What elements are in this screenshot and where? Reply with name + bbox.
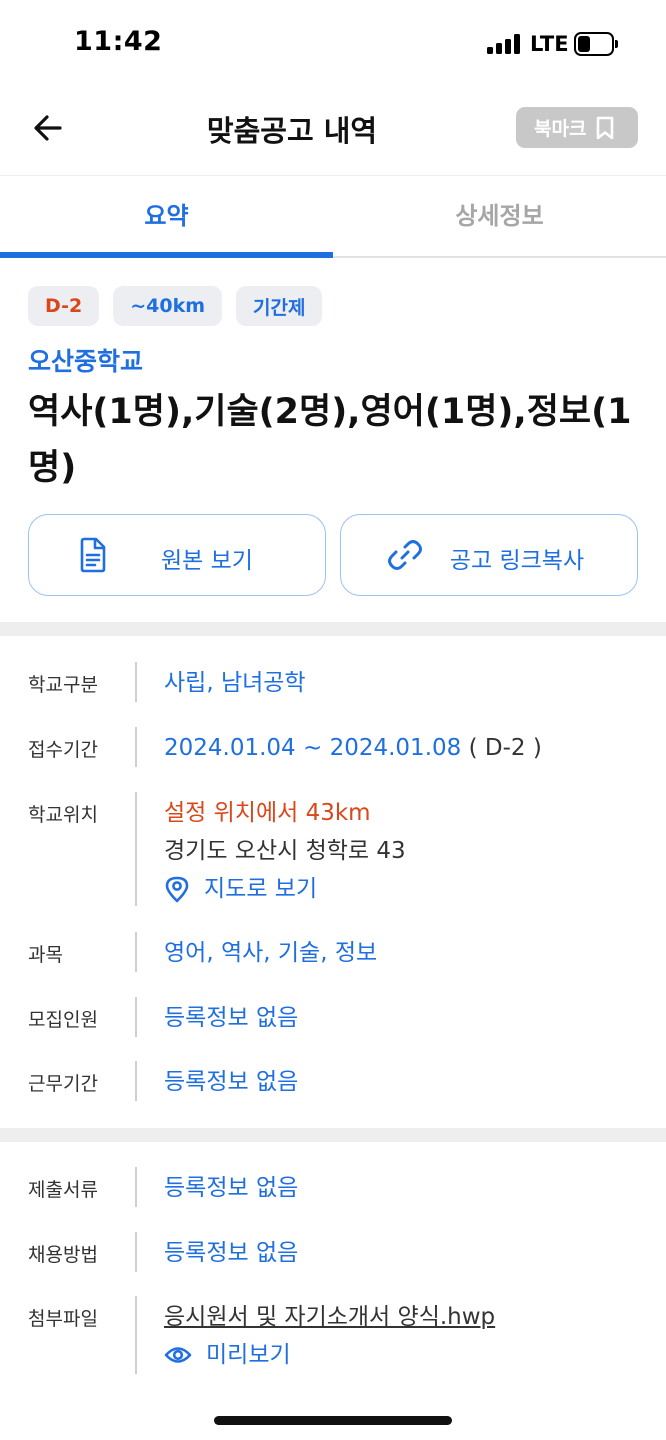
status-bar: 11:42 LTE [0, 0, 666, 90]
info-label: 채용방법 [28, 1244, 98, 1266]
home-indicator[interactable] [214, 1416, 452, 1425]
copy-link-button[interactable]: 공고 링크복사 [340, 514, 638, 596]
map-link-label: 지도로 보기 [204, 876, 318, 902]
subject-value: 영어, 역사, 기술, 정보 [164, 940, 378, 966]
documents-value: 등록정보 없음 [164, 1175, 299, 1201]
attachment-file-link[interactable]: 응시원서 및 자기소개서 양식.hwp [164, 1298, 495, 1336]
info-label: 학교위치 [28, 804, 98, 826]
location-value: 설정 위치에서 43km 경기도 오산시 청학로 43 지도로 보기 [164, 794, 406, 908]
attachment-value: 응시원서 및 자기소개서 양식.hwp 미리보기 [164, 1298, 495, 1374]
info-label: 과목 [28, 944, 63, 966]
bookmark-button[interactable]: 북마크 [516, 107, 638, 148]
preview-label: 미리보기 [206, 1342, 291, 1368]
info-label: 첨부파일 [28, 1308, 98, 1330]
tab-summary[interactable]: 요약 [0, 196, 333, 231]
bookmark-icon [597, 116, 614, 139]
post-title: 역사(1명),기술(2명),영어(1명),정보(1명) [28, 392, 632, 488]
address-text: 경기도 오산시 청학로 43 [164, 838, 406, 864]
school-type-value: 사립, 남녀공학 [164, 670, 306, 696]
copy-link-label: 공고 링크복사 [449, 548, 585, 574]
tab-bar: 요약 상세정보 [0, 176, 666, 258]
nav-bar: 맞춤공고 내역 북마크 [0, 90, 666, 176]
recruit-value: 등록정보 없음 [164, 1005, 299, 1031]
preview-link[interactable]: 미리보기 [164, 1336, 495, 1374]
page-title: 맞춤공고 내역 [206, 114, 378, 148]
section-divider [0, 622, 666, 636]
period-dates: 2024.01.04 ~ 2024.01.08 [164, 735, 462, 761]
tab-indicator [0, 252, 333, 258]
location-pin-icon [165, 876, 189, 903]
work-period-value: 등록정보 없음 [164, 1069, 299, 1095]
bookmark-label: 북마크 [534, 118, 587, 140]
section-divider [0, 1128, 666, 1142]
view-original-label: 원본 보기 [161, 548, 253, 574]
tag-chips: D-2 ~40km 기간제 [28, 286, 323, 326]
battery-icon [574, 32, 618, 56]
eye-icon [164, 1347, 192, 1363]
network-label: LTE [530, 32, 569, 56]
status-time: 11:42 [74, 26, 163, 57]
distance-chip: ~40km [113, 286, 223, 326]
tab-detail[interactable]: 상세정보 [333, 196, 666, 231]
view-original-button[interactable]: 원본 보기 [28, 514, 326, 596]
period-value: 2024.01.04 ~ 2024.01.08 ( D-2 ) [164, 729, 542, 767]
school-name: 오산중학교 [28, 347, 144, 376]
info-label: 학교구분 [28, 674, 98, 696]
deadline-chip: D-2 [28, 286, 100, 326]
map-link[interactable]: 지도로 보기 [164, 870, 406, 908]
info-label: 근무기간 [28, 1073, 98, 1095]
info-label: 제출서류 [28, 1179, 98, 1201]
period-dday: ( D-2 ) [468, 735, 542, 761]
method-value: 등록정보 없음 [164, 1240, 299, 1266]
info-label: 접수기간 [28, 739, 98, 761]
info-label: 모집인원 [28, 1009, 98, 1031]
signal-icon [487, 34, 521, 54]
distance-text: 설정 위치에서 43km [164, 800, 371, 826]
employment-type-chip: 기간제 [236, 286, 323, 326]
